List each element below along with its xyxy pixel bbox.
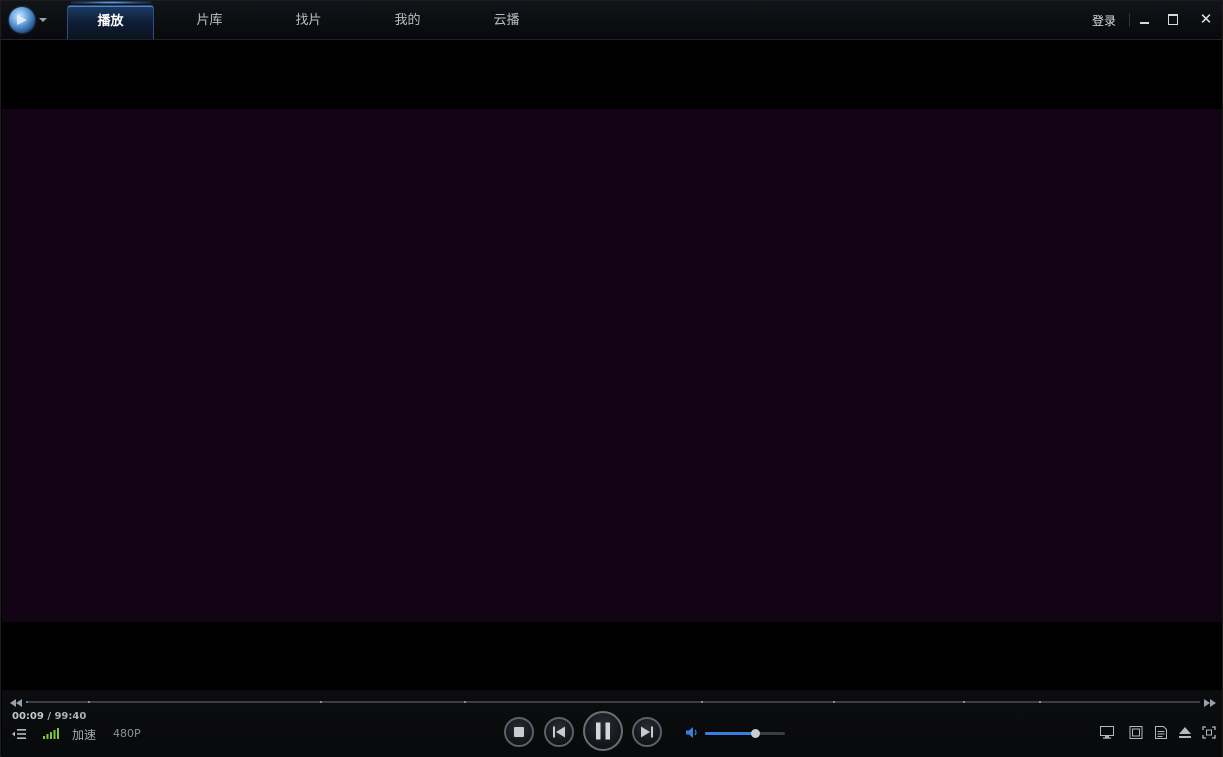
monitor-icon[interactable] <box>1100 726 1114 739</box>
main-tabs: 播放 片库 找片 我的 云播 <box>67 5 556 40</box>
titlebar-divider <box>1129 13 1130 27</box>
tab-play[interactable]: 播放 <box>67 5 154 39</box>
playlist-icon[interactable] <box>12 728 26 740</box>
video-area[interactable] <box>2 40 1222 690</box>
close-icon[interactable]: ✕ <box>1197 10 1215 28</box>
current-time: 00:09 <box>12 711 44 722</box>
window-mode-icon[interactable] <box>1129 726 1143 739</box>
control-bar: 00:09 / 99:40 加速 480P <box>2 690 1222 757</box>
volume-slider[interactable] <box>705 729 785 738</box>
tab-mine[interactable]: 我的 <box>358 5 457 39</box>
tab-library[interactable]: 片库 <box>160 5 259 39</box>
title-bar: 播放 片库 找片 我的 云播 登录 ✕ <box>1 1 1222 40</box>
fast-forward-icon[interactable] <box>1204 699 1216 707</box>
chapter-mark <box>1039 701 1042 703</box>
player-window: 播放 片库 找片 我的 云播 登录 ✕ 00:09 / 99:40 加速 480… <box>0 0 1223 757</box>
chapter-mark <box>463 701 466 703</box>
chapter-mark <box>319 701 322 703</box>
login-button[interactable]: 登录 <box>1092 12 1116 29</box>
tab-cloud[interactable]: 云播 <box>457 5 556 39</box>
volume-knob[interactable] <box>750 729 760 738</box>
video-frame[interactable] <box>2 109 1222 622</box>
progress-bar[interactable] <box>26 701 1200 703</box>
player-logo-icon[interactable] <box>9 7 35 33</box>
next-button[interactable] <box>632 717 662 747</box>
stop-button[interactable] <box>504 717 534 747</box>
quality-button[interactable]: 480P <box>113 727 141 740</box>
previous-icon <box>553 726 565 738</box>
minimize-icon[interactable] <box>1136 10 1154 28</box>
volume-icon[interactable] <box>686 727 698 738</box>
tab-find[interactable]: 找片 <box>259 5 358 39</box>
time-display: 00:09 / 99:40 <box>12 711 86 722</box>
rewind-icon[interactable] <box>10 699 22 707</box>
previous-button[interactable] <box>544 717 574 747</box>
speed-button[interactable]: 加速 <box>72 726 96 743</box>
chapter-mark <box>832 701 835 703</box>
pause-icon <box>596 722 610 740</box>
active-tab-glow <box>71 1 151 4</box>
chapter-mark <box>962 701 965 703</box>
next-icon <box>641 726 653 738</box>
volume-fill <box>705 732 755 735</box>
pause-button[interactable] <box>583 711 623 751</box>
total-time: / 99:40 <box>47 711 87 722</box>
stop-icon <box>514 727 524 737</box>
signal-strength-icon <box>43 728 59 739</box>
progress-fill <box>26 701 28 703</box>
fullscreen-icon[interactable] <box>1202 726 1216 739</box>
chapter-mark <box>701 701 704 703</box>
eject-icon[interactable] <box>1178 726 1192 739</box>
chapter-mark <box>88 701 91 703</box>
menu-caret-icon[interactable] <box>39 18 47 22</box>
document-icon[interactable] <box>1154 726 1168 739</box>
maximize-icon[interactable] <box>1164 10 1182 28</box>
